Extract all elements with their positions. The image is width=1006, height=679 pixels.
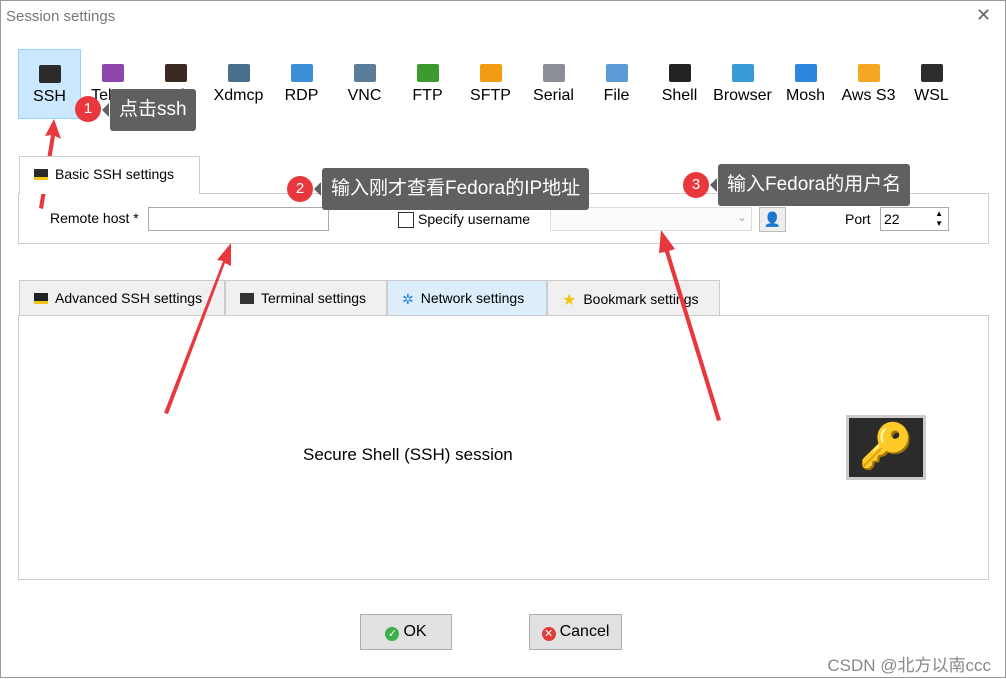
watermark: CSDN @北方以南ccc (827, 656, 991, 675)
arrow-3 (659, 230, 721, 421)
annotation-tip-1: 点击ssh (102, 89, 196, 131)
arrow-2 (164, 243, 231, 414)
annotation-number-2: 2 (287, 176, 313, 202)
annotation-number-1: 1 (75, 96, 101, 122)
annotation-number-3: 3 (683, 172, 709, 198)
tab-label: Basic SSH settings (55, 166, 175, 182)
tab-basic-ssh-settings[interactable]: Basic SSH settings (19, 156, 200, 194)
annotation-tip-3: 输入Fedora的用户名 (709, 164, 911, 206)
key-icon (34, 169, 48, 180)
annotation-tip-2: 输入刚才查看Fedora的IP地址 (313, 168, 590, 210)
